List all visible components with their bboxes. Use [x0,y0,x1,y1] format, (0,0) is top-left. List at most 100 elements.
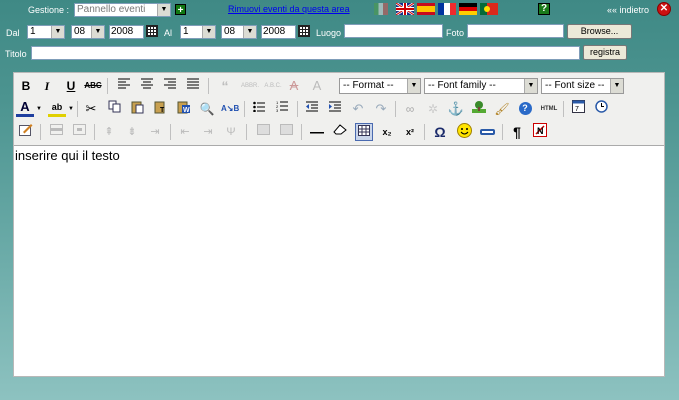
chevron-down-icon[interactable]: ▼ [35,100,43,118]
special-char-icon[interactable]: Ω [431,123,449,141]
align-right-icon[interactable] [161,77,179,95]
image-icon[interactable] [470,100,488,118]
link-icon[interactable]: ∞ [401,100,419,118]
strikethrough-icon[interactable]: ABC [84,77,102,95]
svg-text:W: W [183,107,190,114]
from-month-select[interactable]: 08 ▼ [71,25,105,39]
edit-css-icon[interactable] [17,123,35,141]
superscript-icon[interactable]: x² [401,123,419,141]
toolbar-row-2: A ▼ ab ▼ ✂ T W 🔍 A↘B 123 ↶ ↷ ∞ ✲ ⚓ 🖌 ? H… [14,98,664,120]
eraser-icon[interactable] [331,123,349,141]
add-event-icon[interactable]: + [175,4,186,16]
subscript-icon[interactable]: x₂ [378,123,396,141]
browse-button[interactable]: Browse... [567,24,632,39]
cut-icon[interactable]: ✂ [82,100,100,118]
titolo-field[interactable] [31,46,580,60]
col-after-icon[interactable]: ⇥ [199,123,217,141]
font-size-select[interactable]: -- Font size -- ▼ [541,78,624,94]
html-source-icon[interactable]: HTML [538,100,560,118]
cell-props-icon[interactable] [70,123,88,141]
align-justify-icon[interactable] [184,77,202,95]
direction-icon[interactable]: N [531,123,549,141]
to-year-field[interactable]: 2008 [261,25,296,39]
pilcrow-icon[interactable]: ¶ [508,123,526,141]
row-props-icon[interactable] [47,123,65,141]
copy-icon[interactable] [105,100,123,118]
bullet-list-icon[interactable] [250,100,268,118]
toolbar-separator [297,101,298,117]
help-icon[interactable]: ? [538,3,550,15]
font-family-select[interactable]: -- Font family -- ▼ [424,78,538,94]
undo-icon[interactable]: ↶ [349,100,367,118]
find-icon[interactable]: 🔍 [198,100,216,118]
col-before-icon[interactable]: ⇤ [176,123,194,141]
to-day-select[interactable]: 1 ▼ [180,25,216,39]
merge-cells-icon[interactable] [277,123,295,141]
font-family-select-value: -- Font family -- [428,80,496,91]
remove-events-link[interactable]: Rimuovi eventi da questa area [228,4,350,14]
row-after-icon[interactable]: ⇟ [123,123,141,141]
spanish-flag-icon[interactable] [417,3,435,15]
replace-icon[interactable]: A↘B [221,100,239,118]
insert-table-icon[interactable] [355,123,373,141]
foto-field[interactable] [467,24,564,38]
delete-col-icon[interactable]: Ψ [222,123,240,141]
luogo-field[interactable] [344,24,443,38]
help-circle-icon[interactable]: ? [516,100,534,118]
attributes-icon[interactable]: A [308,77,326,95]
text-color-icon[interactable]: A [16,100,34,117]
format-select[interactable]: -- Format -- ▼ [339,78,421,94]
toolbar-separator [244,101,245,117]
bold-icon[interactable]: B [17,77,35,95]
italian-flag-icon[interactable] [374,3,388,15]
portuguese-flag-icon[interactable] [480,3,498,15]
media-icon[interactable] [478,123,496,141]
horizontal-rule-icon[interactable] [308,123,326,141]
gestione-label: Gestione : [28,5,70,15]
close-icon[interactable]: ✕ [657,2,671,16]
french-flag-icon[interactable] [438,3,456,15]
remove-format-icon[interactable]: A [285,77,303,95]
editor-text: inserire qui il testo [15,148,120,163]
delete-row-icon[interactable]: ⇥ [146,123,164,141]
english-flag-icon[interactable] [395,1,415,17]
foto-label: Foto [446,28,465,38]
emoticon-icon[interactable] [455,123,473,141]
numbered-list-icon[interactable]: 123 [273,100,291,118]
german-flag-icon[interactable] [459,3,477,15]
redo-icon[interactable]: ↷ [372,100,390,118]
cleanup-icon[interactable]: 🖌 [493,100,511,118]
anchor-icon[interactable]: ⚓ [447,100,465,118]
gestione-select-value: Pannello eventi [77,4,146,15]
paste-word-icon[interactable]: W [174,100,192,118]
align-left-icon[interactable] [115,77,133,95]
italic-icon[interactable]: I [38,77,56,95]
toolbar-separator [107,78,108,94]
from-day-select[interactable]: 1 ▼ [27,25,65,39]
blockquote-icon[interactable]: “ [216,77,234,95]
from-day-value: 1 [30,26,36,37]
acronym-icon[interactable]: A.B.C. [262,77,284,95]
row-before-icon[interactable]: ⇞ [100,123,118,141]
gestione-select[interactable]: Pannello eventi ▼ [74,3,171,17]
paste-text-icon[interactable]: T [151,100,169,118]
chevron-down-icon[interactable]: ▼ [67,100,75,118]
outdent-icon[interactable] [303,100,321,118]
calendar-icon[interactable] [298,25,310,37]
indent-icon[interactable] [326,100,344,118]
from-year-field[interactable]: 2008 [109,25,144,39]
to-month-select[interactable]: 08 ▼ [221,25,257,39]
calendar-icon[interactable] [146,25,158,37]
register-button[interactable]: registra [583,45,627,60]
back-link[interactable]: «« indietro [607,4,649,16]
unlink-icon[interactable]: ✲ [424,100,442,118]
abbreviation-icon[interactable]: ABBR. [238,77,262,95]
underline-icon[interactable]: U [62,77,80,95]
align-center-icon[interactable] [138,77,156,95]
split-cells-icon[interactable] [254,123,272,141]
paste-icon[interactable] [128,100,146,118]
editor-content-area[interactable]: inserire qui il testo [14,145,664,376]
highlight-color-icon[interactable]: ab [48,100,66,117]
insert-date-icon[interactable]: 7 [569,100,587,118]
insert-time-icon[interactable] [592,100,610,118]
